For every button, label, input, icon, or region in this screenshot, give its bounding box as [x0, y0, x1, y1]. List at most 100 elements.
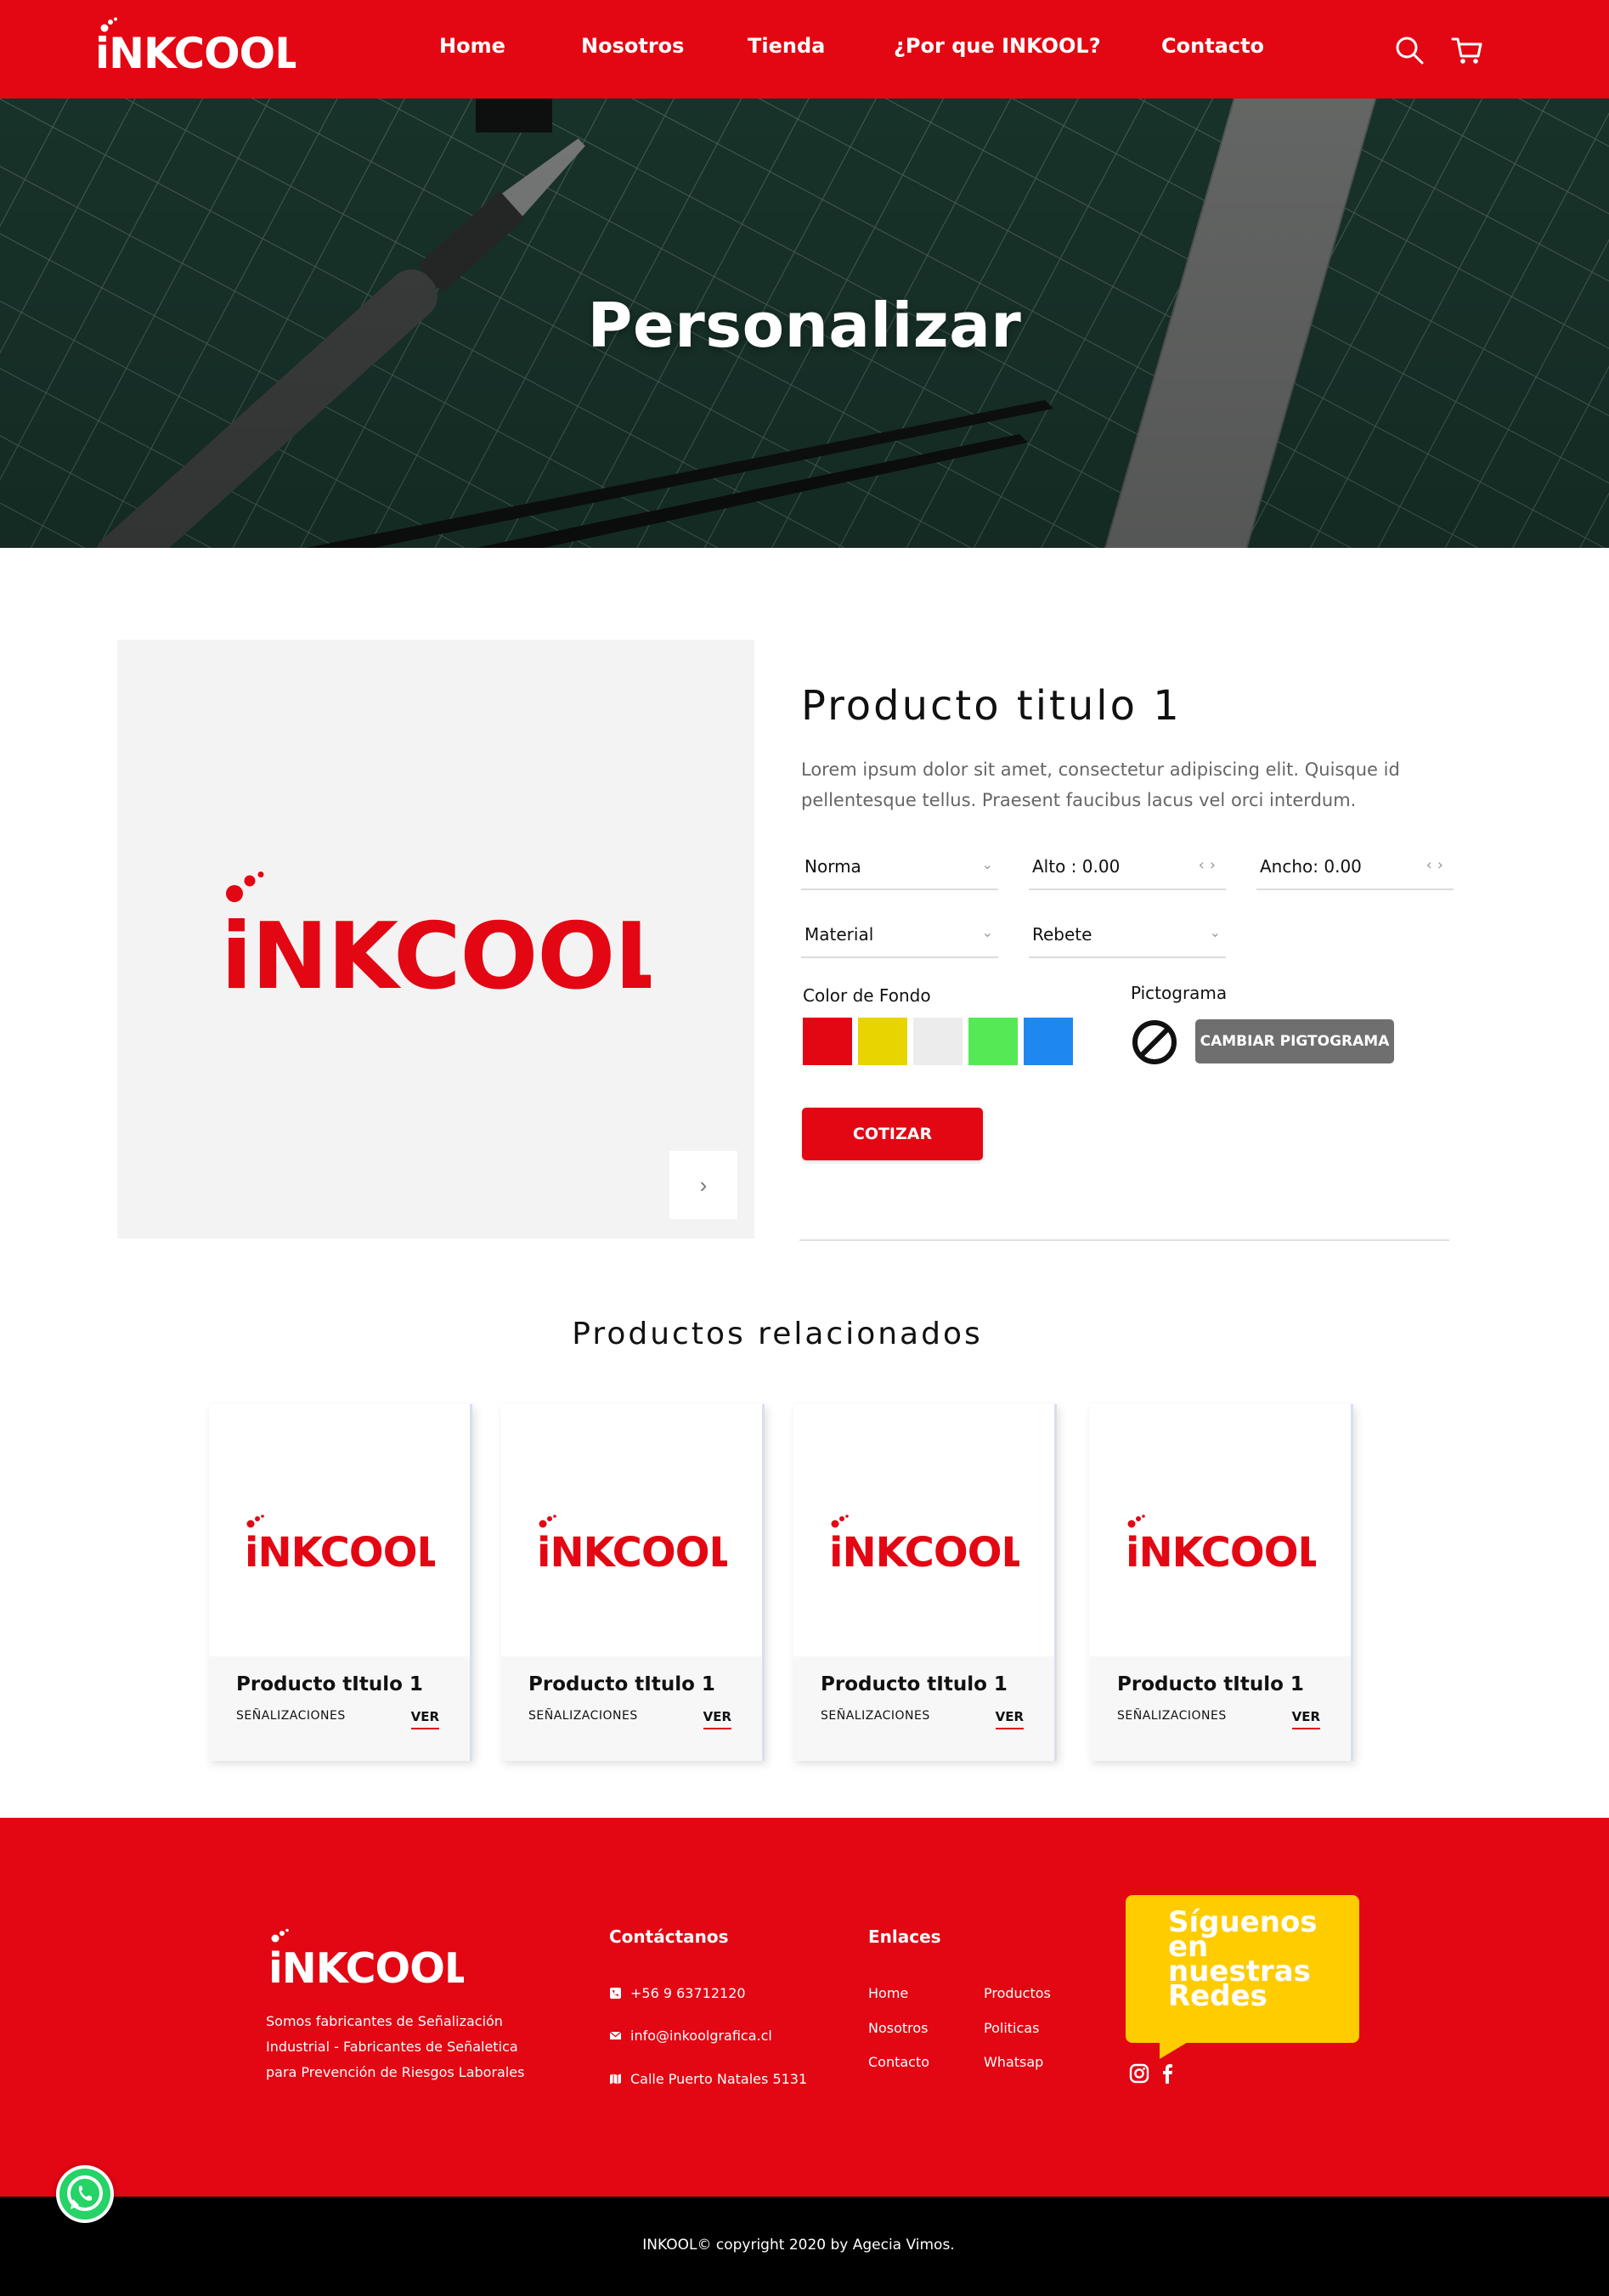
material-select[interactable]: Material ⌄	[801, 917, 998, 958]
product-title: Producto titulo 1	[801, 682, 1182, 730]
instagram-icon[interactable]	[1129, 2063, 1149, 2084]
related-product-card[interactable]: iNKCOOL Producto tItulo 1 SEÑALIZACIONES…	[1090, 1404, 1353, 1761]
chevron-down-icon: ⌄	[981, 856, 993, 872]
social-callout-text: Síguenos en nuestras Redes	[1168, 1905, 1318, 2013]
product-description: Lorem ipsum dolor sit amet, consectetur …	[801, 759, 1400, 810]
nav-por-que-inkool[interactable]: ¿Por que INKOOL?	[894, 34, 1101, 58]
related-product-card[interactable]: iNKCOOL Producto tItulo 1 SEÑALIZACIONES…	[209, 1404, 472, 1761]
norma-select-label: Norma	[804, 856, 861, 877]
card-title: Producto tItulo 1	[821, 1673, 1008, 1695]
map-icon	[609, 2073, 622, 2085]
change-pictogram-button[interactable]: CAMBIAR PIGTOGRAMA	[1195, 1019, 1394, 1063]
alto-value: Alto : 0.00	[1032, 856, 1121, 877]
social-callout: Síguenos en nuestras Redes	[1126, 1895, 1359, 2043]
footer-phone[interactable]: +56 9 63712120	[609, 1985, 746, 2001]
footer-address-text: Calle Puerto Natales 5131	[630, 2071, 808, 2087]
footer-about-text: Somos fabricantes de Señalización Indust…	[266, 2013, 525, 2080]
product-image-logo: iNKCOOL	[221, 872, 651, 997]
site-header: iNKCOOL Home Nosotros Tienda ¿Por que IN…	[0, 0, 1609, 99]
email-icon	[609, 2029, 622, 2042]
svg-text:iNKCOOL: iNKCOOL	[829, 1529, 1019, 1571]
hero-banner: Personalizar	[0, 99, 1609, 548]
footer-contact-heading: Contáctanos	[609, 1926, 729, 1947]
card-category: SEÑALIZACIONES	[1117, 1709, 1227, 1723]
svg-text:iNKCOOL: iNKCOOL	[1126, 1529, 1316, 1571]
view-product-link[interactable]: VER	[703, 1709, 731, 1729]
svg-text:iNKCOOL: iNKCOOL	[268, 1944, 464, 1988]
svg-text:iNKCOOL: iNKCOOL	[537, 1529, 727, 1571]
nav-contacto[interactable]: Contacto	[1161, 34, 1264, 58]
nav-home[interactable]: Home	[439, 34, 505, 58]
product-gallery: iNKCOOL ›	[117, 640, 754, 1238]
facebook-icon[interactable]	[1157, 2063, 1177, 2084]
norma-select[interactable]: Norma ⌄	[801, 849, 998, 890]
card-title: Producto tItulo 1	[528, 1673, 715, 1695]
color-swatch-red[interactable]	[803, 1018, 852, 1065]
brand-logo[interactable]: iNKCOOL	[95, 17, 296, 75]
footer-link-productos[interactable]: Productos	[984, 1985, 1051, 2001]
copyright-text: INKOOL© copyright 2020 by Agecia Vimos.	[642, 2237, 955, 2254]
product-thumbnail-logo: iNKCOOL	[245, 1515, 435, 1571]
related-products-title: Productos relacionados	[572, 1317, 983, 1351]
view-product-link[interactable]: VER	[995, 1709, 1024, 1729]
cart-icon[interactable]	[1451, 34, 1483, 66]
card-footer: Producto tItulo 1 SEÑALIZACIONES VER	[501, 1656, 762, 1761]
footer-link-politicas[interactable]: Politicas	[984, 2020, 1039, 2036]
footer-link-nosotros[interactable]: Nosotros	[868, 2020, 929, 2036]
footer-email[interactable]: info@inkoolgrafica.cl	[609, 2028, 772, 2044]
related-product-card[interactable]: iNKCOOL Producto tItulo 1 SEÑALIZACIONES…	[793, 1404, 1057, 1761]
card-title: Producto tItulo 1	[236, 1673, 423, 1695]
gallery-next-button[interactable]: ›	[669, 1151, 737, 1219]
card-footer: Producto tItulo 1 SEÑALIZACIONES VER	[209, 1656, 470, 1761]
svg-text:iNKCOOL: iNKCOOL	[221, 904, 651, 997]
footer-address[interactable]: Calle Puerto Natales 5131	[609, 2071, 807, 2087]
chevron-down-icon: ⌄	[981, 924, 993, 940]
footer-phone-text: +56 9 63712120	[630, 1985, 746, 2001]
card-footer: Producto tItulo 1 SEÑALIZACIONES VER	[1090, 1656, 1351, 1761]
footer-link-whatsapp[interactable]: Whatsap	[984, 2054, 1043, 2070]
ancho-value: Ancho: 0.00	[1260, 856, 1362, 877]
product-thumbnail-logo: iNKCOOL	[1126, 1515, 1316, 1571]
prohibition-icon	[1130, 1018, 1179, 1067]
footer-link-contacto[interactable]: Contacto	[868, 2054, 929, 2070]
section-divider	[799, 1239, 1449, 1241]
card-category: SEÑALIZACIONES	[236, 1709, 346, 1723]
nav-nosotros[interactable]: Nosotros	[581, 34, 684, 58]
footer-link-home[interactable]: Home	[868, 1985, 908, 2001]
footer-email-text: info@inkoolgrafica.cl	[630, 2028, 772, 2044]
related-product-card[interactable]: iNKCOOL Producto tItulo 1 SEÑALIZACIONES…	[501, 1404, 765, 1761]
quote-button[interactable]: COTIZAR	[802, 1108, 983, 1160]
rebete-select[interactable]: Rebete ⌄	[1029, 917, 1226, 958]
rebete-select-label: Rebete	[1032, 924, 1092, 945]
ancho-stepper[interactable]: Ancho: 0.00 ‹›	[1256, 849, 1454, 890]
site-footer: iNKCOOL Somos fabricantes de Señalizació…	[0, 1818, 1609, 2197]
stepper-arrows-icon[interactable]: ‹›	[1199, 856, 1221, 874]
view-product-link[interactable]: VER	[410, 1709, 439, 1729]
svg-text:iNKCOOL: iNKCOOL	[95, 29, 296, 75]
footer-logo[interactable]: iNKCOOL	[268, 1928, 464, 1988]
card-footer: Producto tItulo 1 SEÑALIZACIONES VER	[793, 1656, 1054, 1761]
color-swatch-light-gray[interactable]	[913, 1018, 963, 1065]
whatsapp-icon[interactable]	[56, 2165, 114, 2223]
phone-icon	[609, 1987, 622, 2000]
alto-stepper[interactable]: Alto : 0.00 ‹›	[1029, 849, 1226, 890]
card-category: SEÑALIZACIONES	[528, 1709, 638, 1723]
stepper-arrows-icon[interactable]: ‹›	[1426, 856, 1448, 874]
view-product-link[interactable]: VER	[1291, 1709, 1320, 1729]
material-select-label: Material	[804, 924, 874, 945]
product-thumbnail-logo: iNKCOOL	[537, 1515, 727, 1571]
color-swatch-yellow[interactable]	[858, 1018, 907, 1065]
color-swatch-blue[interactable]	[1024, 1018, 1073, 1065]
footer-links-heading: Enlaces	[868, 1926, 941, 1947]
chevron-down-icon: ⌄	[1209, 924, 1221, 940]
color-swatch-green[interactable]	[968, 1018, 1018, 1065]
chevron-right-icon: ›	[699, 1171, 708, 1198]
search-icon[interactable]	[1393, 34, 1426, 66]
social-callout-tail	[1160, 2039, 1194, 2059]
copyright-bar: INKOOL© copyright 2020 by Agecia Vimos.	[0, 2197, 1609, 2296]
card-category: SEÑALIZACIONES	[821, 1709, 930, 1723]
nav-tienda[interactable]: Tienda	[748, 34, 825, 58]
pictogram-label: Pictograma	[1131, 983, 1228, 1003]
product-thumbnail-logo: iNKCOOL	[829, 1515, 1019, 1571]
background-color-label: Color de Fondo	[803, 985, 931, 1006]
